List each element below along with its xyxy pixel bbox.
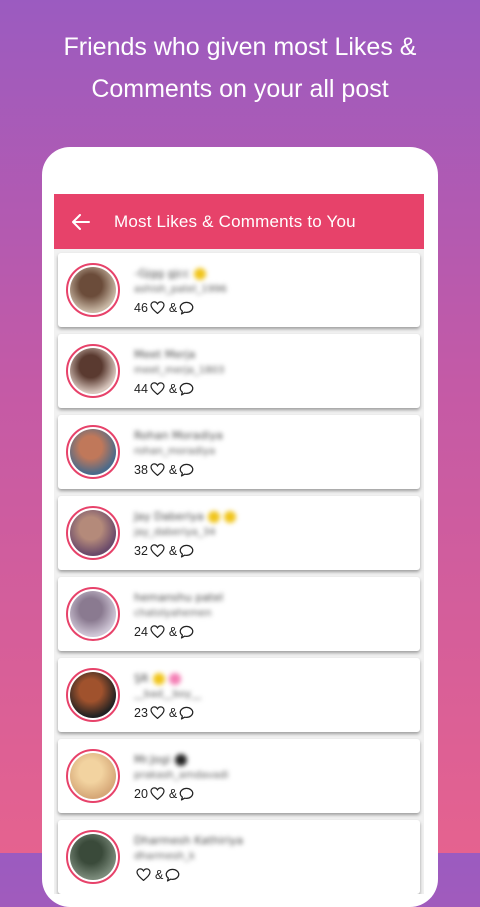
arrow-left-icon[interactable]	[70, 211, 92, 233]
interaction-count: 46	[134, 300, 148, 315]
comment-icon	[179, 625, 194, 639]
interaction-count: 32	[134, 543, 148, 558]
user-handle: chatolyahemen	[134, 607, 212, 619]
list-item[interactable]: Rohan Moradiya rohan_moradiya 38 &	[58, 415, 420, 489]
heart-icon	[150, 706, 165, 719]
app-screen: Most Likes & Comments to You -Gjgg gjcc …	[54, 194, 424, 894]
user-display-name: Jay Daberiya	[134, 509, 236, 525]
ampersand: &	[155, 867, 164, 882]
avatar[interactable]	[66, 749, 120, 803]
comment-icon	[179, 787, 194, 801]
interaction-stats: 32 &	[134, 544, 236, 558]
heart-icon	[136, 868, 151, 881]
user-handle: jay_daberiya_34	[134, 526, 216, 538]
emoji-icon	[207, 510, 220, 523]
ampersand: &	[168, 705, 178, 720]
interaction-stats: 46 &	[134, 301, 227, 315]
emoji-icon	[223, 510, 236, 523]
list-item[interactable]: Dharmesh Kathiriya dharmesh_k &	[58, 820, 420, 894]
user-handle: __bad__boy__	[134, 688, 202, 700]
avatar[interactable]	[66, 587, 120, 641]
comment-icon	[179, 706, 194, 720]
heart-icon	[150, 301, 165, 314]
user-info: Meet Merja meet_merja_1803 44 &	[134, 347, 224, 396]
comment-icon	[179, 382, 194, 396]
page-title: Most Likes & Comments to You	[114, 211, 356, 231]
avatar[interactable]	[66, 263, 120, 317]
avatar[interactable]	[66, 668, 120, 722]
user-handle: dharmesh_k	[134, 850, 195, 862]
heart-icon	[150, 382, 165, 395]
ampersand: &	[168, 300, 178, 315]
list-item[interactable]: hemanshu patel chatolyahemen 24 &	[58, 577, 420, 651]
user-info: Rohan Moradiya rohan_moradiya 38 &	[134, 428, 223, 477]
interaction-count: 20	[134, 786, 148, 801]
comment-icon	[179, 463, 194, 477]
interaction-count: 44	[134, 381, 148, 396]
comment-icon	[165, 868, 180, 882]
heart-icon	[150, 787, 165, 800]
emoji-icon	[168, 672, 181, 685]
user-display-name: hemanshu patel	[134, 590, 224, 604]
avatar[interactable]	[66, 506, 120, 560]
user-info: Jay Daberiya jay_daberiya_34 32 &	[134, 509, 236, 558]
list-item[interactable]: Jay Daberiya jay_daberiya_34 32 &	[58, 496, 420, 570]
ampersand: &	[168, 786, 178, 801]
interaction-count: 24	[134, 624, 148, 639]
user-info: Mr.Jogi prakash_amdavadi 20 &	[134, 752, 228, 801]
avatar[interactable]	[66, 830, 120, 884]
ampersand: &	[168, 462, 178, 477]
ampersand: &	[168, 624, 178, 639]
user-info: ŞR __bad__boy__ 23 &	[134, 671, 201, 720]
user-handle: meet_merja_1803	[134, 364, 225, 376]
user-display-name: Rohan Moradiya	[134, 428, 223, 442]
heart-icon	[150, 625, 165, 638]
list-item[interactable]: ŞR __bad__boy__ 23 &	[58, 658, 420, 732]
avatar[interactable]	[66, 344, 120, 398]
heart-icon	[150, 463, 165, 476]
user-handle: prakash_amdavadi	[134, 769, 229, 781]
emoji-icon	[174, 753, 187, 766]
avatar[interactable]	[66, 425, 120, 479]
list-item[interactable]: Mr.Jogi prakash_amdavadi 20 &	[58, 739, 420, 813]
promo-line-1: Friends who given most Likes &	[63, 33, 417, 61]
interaction-stats: 23 &	[134, 706, 201, 720]
friends-list: -Gjgg gjcc ashish_patel_1996 46 & Meet M…	[54, 249, 424, 894]
emoji-icon	[152, 672, 165, 685]
promo-line-2: Comments on your all post	[91, 75, 389, 103]
interaction-count: 23	[134, 705, 148, 720]
comment-icon	[179, 301, 194, 315]
list-item[interactable]: -Gjgg gjcc ashish_patel_1996 46 &	[58, 253, 420, 327]
user-info: hemanshu patel chatolyahemen 24 &	[134, 590, 223, 639]
interaction-stats: 24 &	[134, 625, 223, 639]
interaction-stats: &	[134, 868, 243, 882]
interaction-count: 38	[134, 462, 148, 477]
ampersand: &	[168, 381, 178, 396]
user-display-name: Mr.Jogi	[134, 752, 228, 768]
app-bar: Most Likes & Comments to You	[54, 194, 424, 249]
comment-icon	[179, 544, 194, 558]
interaction-stats: 20 &	[134, 787, 228, 801]
ampersand: &	[168, 543, 178, 558]
user-info: -Gjgg gjcc ashish_patel_1996 46 &	[134, 266, 227, 315]
interaction-stats: 44 &	[134, 382, 224, 396]
user-handle: rohan_moradiya	[134, 445, 216, 457]
list-item[interactable]: Meet Merja meet_merja_1803 44 &	[58, 334, 420, 408]
emoji-icon	[193, 267, 206, 280]
promo-caption: Friends who given most Likes & Comments …	[0, 26, 480, 110]
user-display-name: Meet Merja	[134, 347, 196, 361]
interaction-stats: 38 &	[134, 463, 223, 477]
user-display-name: -Gjgg gjcc	[134, 266, 227, 282]
user-display-name: ŞR	[134, 671, 201, 687]
user-info: Dharmesh Kathiriya dharmesh_k &	[134, 833, 243, 882]
heart-icon	[150, 544, 165, 557]
user-handle: ashish_patel_1996	[134, 283, 227, 295]
user-display-name: Dharmesh Kathiriya	[134, 833, 244, 847]
